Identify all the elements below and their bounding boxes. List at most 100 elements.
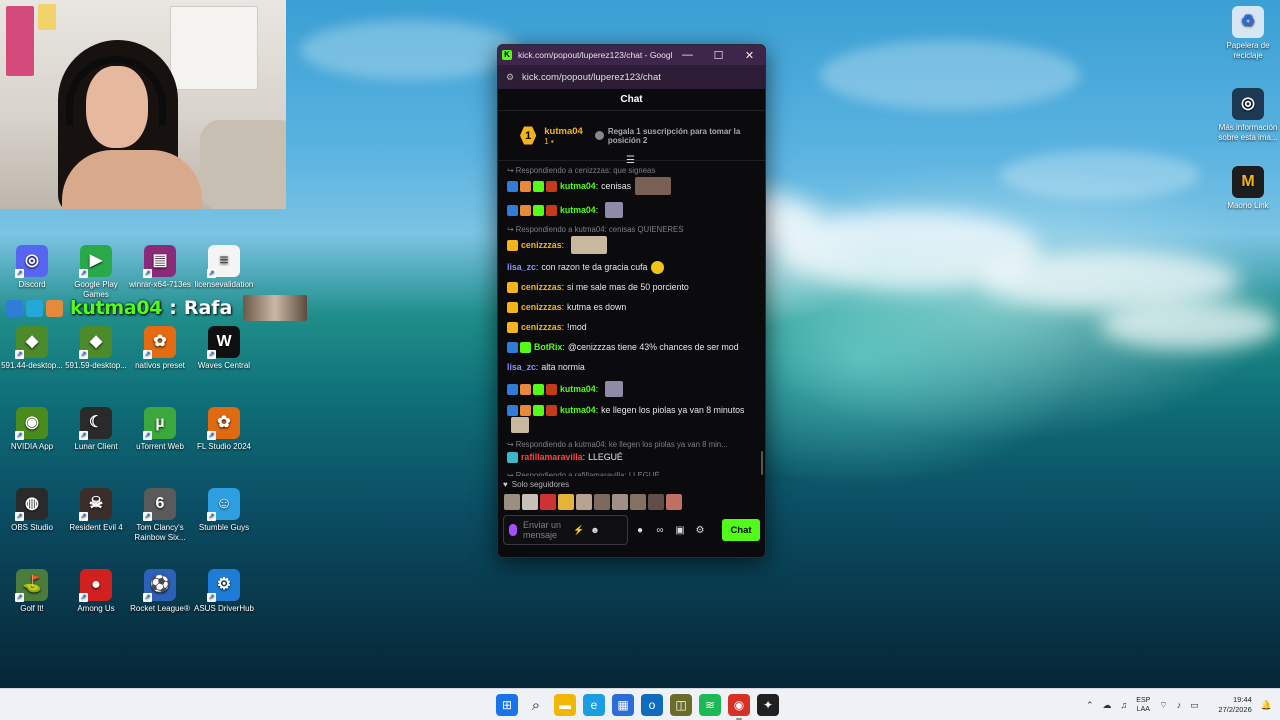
chat-message[interactable]: kutma04:: [507, 202, 757, 218]
wifi-icon[interactable]: ⌔: [1159, 700, 1167, 711]
chat-username[interactable]: BotRix: [534, 341, 562, 354]
chat-message[interactable]: lisa_zc: alta normia: [507, 361, 757, 374]
gift-box-icon[interactable]: ▣: [672, 525, 688, 536]
battery-icon[interactable]: ▭: [1190, 700, 1199, 711]
chat-message[interactable]: kutma04:: [507, 381, 757, 397]
desktop-icon[interactable]: ✿ ↗ FL Studio 2024: [192, 407, 256, 452]
chat-username[interactable]: cenizzzas: [521, 281, 562, 294]
desktop-icon[interactable]: ⚙ ↗ ASUS DriverHub: [192, 569, 256, 614]
emote[interactable]: [522, 494, 538, 510]
chat-message[interactable]: rafillamaravilla: LLEGUÉ: [507, 451, 757, 464]
spotify-icon[interactable]: ≋: [699, 694, 721, 716]
network-cloud-icon[interactable]: ☁: [1103, 700, 1112, 711]
chat-message[interactable]: kutma04: ke llegen los piolas ya van 8 mi…: [507, 404, 757, 433]
emote[interactable]: [630, 494, 646, 510]
chat-scrollbar[interactable]: [761, 451, 763, 475]
commands-icon[interactable]: ⚡: [573, 525, 584, 536]
desktop-icon[interactable]: ◉ ↗ NVIDIA App: [0, 407, 64, 452]
gifter-name[interactable]: kutma04: [544, 126, 583, 137]
chat-username[interactable]: kutma04: [560, 383, 596, 396]
desktop-icon[interactable]: ≡ ↗ licensevalidation: [192, 245, 256, 290]
windows-icon[interactable]: ⊞: [496, 694, 518, 716]
outlook-icon[interactable]: o: [641, 694, 663, 716]
store-icon[interactable]: ▦: [612, 694, 634, 716]
desktop-icon[interactable]: ✿ ↗ nativos preset: [128, 326, 192, 371]
reply-context[interactable]: ↪ Respondiendo a rafillamaravilla: LLEGU…: [507, 471, 757, 476]
chat-message[interactable]: cenizzzas: !mod: [507, 321, 757, 334]
chat-username[interactable]: cenizzzas: [521, 321, 562, 334]
emoji-icon[interactable]: ☻: [590, 525, 599, 535]
desktop-icon[interactable]: ♻ Papelera de reciclaje: [1216, 6, 1280, 61]
desktop-icon[interactable]: W ↗ Waves Central: [192, 326, 256, 371]
chat-emote[interactable]: [571, 236, 608, 254]
chat-message[interactable]: cenizzzas: kutma es down: [507, 301, 757, 314]
chat-message[interactable]: lisa_zc: con razon te da gracia cufa: [507, 261, 757, 274]
chat-username[interactable]: cenizzzas: [521, 239, 562, 252]
chat-username[interactable]: cenizzzas: [521, 301, 562, 314]
desktop-icon[interactable]: M Maono Link: [1216, 166, 1280, 211]
site-settings-icon[interactable]: ⚙: [506, 72, 518, 83]
chat-username[interactable]: rafillamaravilla: [521, 451, 583, 464]
desktop-icon[interactable]: ◆ ↗ 591.59-desktop...: [64, 326, 128, 371]
desktop-icon[interactable]: ⛳ ↗ Golf It!: [0, 569, 64, 614]
address-bar[interactable]: ⚙ kick.com/popout/luperez123/chat: [498, 65, 765, 89]
desktop-icon[interactable]: ☺ ↗ Stumble Guys: [192, 488, 256, 533]
minimize-button[interactable]: —: [672, 49, 703, 61]
microphone-icon[interactable]: [509, 524, 517, 536]
desktop-icon[interactable]: ◎ Más información sobre esta ima...: [1216, 88, 1280, 143]
chat-message[interactable]: cenizzzas:: [507, 236, 757, 254]
chat-emote[interactable]: [605, 202, 624, 218]
chat-emote[interactable]: [511, 417, 529, 433]
microphone-tray-icon[interactable]: ♫: [1121, 700, 1128, 710]
desktop-icon[interactable]: ☾ ↗ Lunar Client: [64, 407, 128, 452]
chat-username[interactable]: kutma04: [560, 204, 596, 217]
settings-gear-icon[interactable]: ⚙: [692, 525, 708, 536]
chat-emote[interactable]: [605, 381, 624, 397]
users-icon[interactable]: ●: [632, 525, 648, 536]
reply-context[interactable]: ↪ Respondiendo a kutma04: ke llegen los …: [507, 440, 757, 450]
send-chat-button[interactable]: Chat: [722, 519, 760, 541]
chat-username[interactable]: kutma04: [560, 180, 596, 193]
reply-context[interactable]: ↪ Respondiendo a kutma04: cenisas QUIENE…: [507, 225, 757, 235]
emote[interactable]: [612, 494, 628, 510]
desktop-icon[interactable]: 6 ↗ Tom Clancy's Rainbow Six...: [128, 488, 192, 543]
search-icon[interactable]: ⌕: [525, 694, 547, 716]
chat-message[interactable]: kutma04: cenisas: [507, 177, 757, 195]
chat-username[interactable]: lisa_zc: [507, 261, 536, 274]
language-indicator[interactable]: ESP LAA: [1136, 696, 1150, 714]
emote[interactable]: [648, 494, 664, 510]
desktop-icon[interactable]: ⚽ ↗ Rocket League®: [128, 569, 192, 614]
chat-username[interactable]: lisa_zc: [507, 361, 536, 374]
window-titlebar[interactable]: K kick.com/popout/luperez123/chat - Goog…: [498, 45, 765, 65]
desktop-icon[interactable]: ▶ ↗ Google Play Games: [64, 245, 128, 300]
chat-emote[interactable]: [634, 177, 671, 195]
desktop-icon[interactable]: ☠ ↗ Resident Evil 4: [64, 488, 128, 533]
desktop-icon[interactable]: ◍ ↗ OBS Studio: [0, 488, 64, 533]
desktop-icon[interactable]: ◆ ↗ 591.44-desktop...: [0, 326, 64, 371]
app-icon[interactable]: ✦: [757, 694, 779, 716]
volume-icon[interactable]: ♪: [1177, 700, 1182, 710]
gift-prompt[interactable]: Regala 1 suscripción para tomar la posic…: [594, 127, 747, 145]
emote[interactable]: [540, 494, 556, 510]
desktop-icon[interactable]: ● ↗ Among Us: [64, 569, 128, 614]
clock[interactable]: 19:44 27/2/2026: [1208, 695, 1251, 715]
infinity-icon[interactable]: ∞: [652, 525, 668, 536]
chat-message-input[interactable]: Enviar un mensaje ⚡ ☻: [503, 515, 628, 545]
maximize-button[interactable]: ☐: [703, 49, 734, 62]
edge-icon[interactable]: e: [583, 694, 605, 716]
chat-message[interactable]: BotRix: @cenizzzas tiene 43% chances de s…: [507, 341, 757, 354]
desktop-icon[interactable]: ◎ ↗ Discord: [0, 245, 64, 290]
emote[interactable]: [558, 494, 574, 510]
chat-message[interactable]: cenizzzas: si me sale mas de 50 porciento: [507, 281, 757, 294]
folder-icon[interactable]: ▬: [554, 694, 576, 716]
chevron-up-icon[interactable]: ⌃: [1086, 700, 1094, 711]
emote[interactable]: [504, 494, 520, 510]
game-icon[interactable]: ◫: [670, 694, 692, 716]
reply-context[interactable]: ↪ Respondiendo a cenizzzas: que signeas: [507, 166, 757, 176]
desktop-icon[interactable]: µ ↗ uTorrent Web: [128, 407, 192, 452]
emote[interactable]: [576, 494, 592, 510]
chrome-icon[interactable]: ◉: [728, 694, 750, 720]
chat-username[interactable]: kutma04: [560, 404, 596, 417]
emote[interactable]: [594, 494, 610, 510]
desktop-icon[interactable]: ▤ ↗ winrar-x64-713es: [128, 245, 192, 290]
